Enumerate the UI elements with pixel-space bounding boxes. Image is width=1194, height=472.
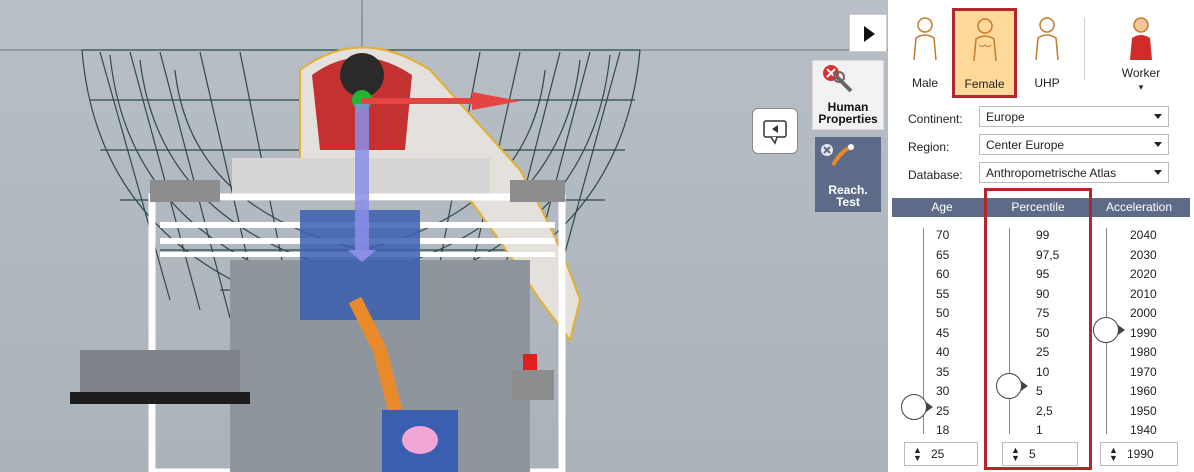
uhp-figure-icon	[1035, 17, 1059, 60]
wrench-close-icon	[823, 65, 853, 93]
speech-bubble-button[interactable]	[752, 108, 798, 154]
chevron-down-icon	[1154, 170, 1162, 175]
gender-option-worker[interactable]: Worker ▾	[1098, 10, 1184, 96]
divider	[1084, 18, 1085, 80]
gender-option-male[interactable]: Male	[900, 10, 950, 96]
chevron-down-icon	[1154, 114, 1162, 119]
collapse-panel-button[interactable]	[849, 14, 887, 52]
age-spinbox[interactable]: ▲ ▼ 25	[904, 442, 978, 466]
age-scale: 70 65 60 55 50 45 40 35 30 25 18	[936, 228, 950, 437]
gender-label-male: Male	[911, 76, 938, 90]
continent-select[interactable]: Europe	[979, 106, 1169, 127]
age-slider-knob[interactable]	[901, 394, 933, 420]
region-select[interactable]: Center Europe	[979, 134, 1169, 155]
database-value: Anthropometrische Atlas	[986, 166, 1117, 180]
scene-drawing	[0, 0, 888, 472]
gender-label-uhp: UHP	[1034, 76, 1060, 90]
chevron-down-icon	[1154, 142, 1162, 147]
human-properties-label: Human Properties	[818, 100, 878, 126]
reach-test-tool[interactable]: Reach. Test	[815, 137, 881, 212]
continent-label: Continent:	[908, 112, 963, 126]
acceleration-value: 1990	[1127, 447, 1154, 461]
continent-value: Europe	[986, 110, 1025, 124]
acceleration-column-header: Acceleration	[1088, 198, 1190, 217]
chevron-down-icon: ▾	[1138, 82, 1144, 92]
age-value: 25	[931, 447, 945, 461]
gender-label-female: Female	[964, 77, 1005, 91]
3d-viewport[interactable]: Human Properties Reach. Test	[0, 0, 888, 472]
female-figure-icon	[972, 18, 997, 61]
region-value: Center Europe	[986, 138, 1065, 152]
percentile-highlight	[984, 188, 1092, 470]
region-label: Region:	[908, 140, 950, 154]
age-column-header: Age	[892, 198, 992, 217]
human-properties-panel: Male Female UHP Worker ▾ Continent: Euro…	[888, 0, 1194, 472]
speech-bubble-arrow-icon	[763, 120, 787, 145]
gender-option-female[interactable]: Female	[952, 8, 1017, 98]
triangle-right-icon	[864, 26, 875, 42]
database-label: Database:	[908, 168, 963, 182]
gender-label-worker: Worker	[1121, 66, 1161, 80]
acceleration-scale: 2040 2030 2020 2010 2000 1990 1980 1970 1960 1950…	[1130, 228, 1157, 437]
worker-figure-icon	[1130, 17, 1152, 60]
database-select[interactable]: Anthropometrische Atlas	[979, 162, 1169, 183]
reach-test-label: Reach. Test	[828, 183, 868, 209]
acceleration-spinbox[interactable]: ▲ ▼ 1990	[1100, 442, 1178, 466]
up-down-arrows-icon: ▲ ▼	[913, 445, 922, 463]
reach-arm-icon	[821, 144, 854, 167]
human-properties-tool[interactable]: Human Properties	[812, 60, 884, 130]
acceleration-slider-knob[interactable]	[1093, 317, 1125, 343]
gender-option-uhp[interactable]: UHP	[1022, 10, 1072, 96]
male-figure-icon	[913, 17, 937, 60]
up-down-arrows-icon: ▲ ▼	[1109, 445, 1118, 463]
